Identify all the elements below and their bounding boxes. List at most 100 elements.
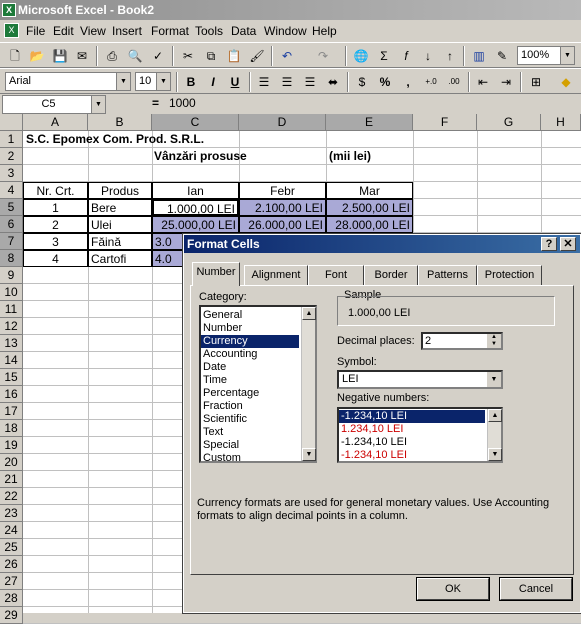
cell-a4[interactable]: Nr. Crt. [23,182,88,199]
hyperlink-icon[interactable]: 🌐 [351,46,371,66]
row-header[interactable]: 8 [0,250,23,267]
column-header-c[interactable]: C [152,114,239,131]
row-header[interactable]: 18 [0,420,23,437]
row-header[interactable]: 25 [0,539,23,556]
decrease-indent-icon[interactable]: ⇤ [473,72,493,92]
workbook-icon[interactable]: X [4,23,19,38]
help-button[interactable]: ? [541,237,557,251]
drawing-icon[interactable]: ✎ [492,46,512,66]
column-header-e[interactable]: E [326,114,413,131]
row-header[interactable]: 12 [0,318,23,335]
decrease-decimal-icon[interactable]: .00 [444,72,464,92]
menu-window[interactable]: Window [264,20,307,42]
negative-scrollbar[interactable]: ▲ ▼ [487,409,502,461]
row-header[interactable]: 16 [0,386,23,403]
category-item[interactable]: General [201,309,315,322]
negative-format-item[interactable]: -1.234,10 LEI [339,436,501,449]
chevron-down-icon[interactable]: ▼ [116,73,130,90]
cell-b6[interactable]: Ulei [88,216,152,233]
cell-a5[interactable]: 1 [23,199,88,216]
column-header-a[interactable]: A [23,114,88,131]
scroll-up-icon[interactable]: ▲ [302,307,316,320]
category-item[interactable]: Custom [201,452,315,465]
negative-format-item[interactable]: -1.234,10 LEI [339,410,485,423]
column-header-d[interactable]: D [239,114,326,131]
cell-e4[interactable]: Mar [326,182,413,199]
cell-c2[interactable]: Vânzări prosuse [152,148,249,165]
merge-center-icon[interactable]: ⬌ [323,72,343,92]
tab-number[interactable]: Number [192,262,240,286]
increase-decimal-icon[interactable]: +.0 [421,72,441,92]
row-header[interactable]: 24 [0,522,23,539]
symbol-select[interactable]: LEI ▼ [337,370,503,389]
row-header[interactable]: 21 [0,471,23,488]
cell-c5[interactable]: 1.000,00 LEI [152,199,239,216]
category-item[interactable]: Text [201,426,315,439]
increase-indent-icon[interactable]: ⇥ [496,72,516,92]
column-header-f[interactable]: F [413,114,477,131]
tab-alignment[interactable]: Alignment [244,265,308,285]
category-item[interactable]: Accounting [201,348,315,361]
cell-d6[interactable]: 26.000,00 LEI [239,216,326,233]
cell-e6[interactable]: 28.000,00 LEI [326,216,413,233]
align-left-icon[interactable]: ☰ [254,72,274,92]
row-header[interactable]: 9 [0,267,23,284]
close-icon[interactable]: ✕ [560,237,576,251]
decimal-places-input[interactable]: 2 ▲ ▼ [421,332,503,350]
currency-icon[interactable]: $ [352,72,372,92]
zoom-select[interactable]: 100% ▼ [517,46,575,65]
row-header[interactable]: 11 [0,301,23,318]
sort-descending-icon[interactable]: ↑ [440,46,460,66]
spelling-icon[interactable]: ✓ [148,46,168,66]
category-item[interactable]: Time [201,374,315,387]
cell-b4[interactable]: Produs [88,182,152,199]
chevron-down-icon[interactable]: ▼ [487,372,501,387]
menu-file[interactable]: File [26,20,45,42]
redo-icon[interactable]: ↷ [313,46,333,66]
cell-b5[interactable]: Bere [88,199,152,216]
formula-input[interactable]: 1000 [166,95,579,113]
negative-format-item[interactable]: 1.234,10 LEI [339,423,501,436]
category-item[interactable]: Number [201,322,315,335]
paste-icon[interactable]: 📋 [224,46,244,66]
category-scrollbar[interactable]: ▲ ▼ [301,307,316,461]
fill-color-icon[interactable]: ◆ [556,72,576,92]
row-header[interactable]: 26 [0,556,23,573]
column-header-b[interactable]: B [88,114,152,131]
print-icon[interactable]: ⎙ [102,46,122,66]
category-item[interactable]: Scientific [201,413,315,426]
underline-button[interactable]: U [225,72,245,92]
chevron-down-icon[interactable]: ▼ [156,73,170,90]
bold-button[interactable]: B [181,72,201,92]
menu-view[interactable]: View [80,20,106,42]
row-header[interactable]: 10 [0,284,23,301]
row-header[interactable]: 23 [0,505,23,522]
font-select[interactable]: Arial ▼ [5,72,131,91]
category-item[interactable]: Percentage [201,387,315,400]
row-header[interactable]: 6 [0,216,23,233]
email-icon[interactable]: ✉ [72,46,92,66]
name-box[interactable]: C5 ▼ [2,95,106,114]
cell-b8[interactable]: Cartofi [88,250,152,267]
row-header[interactable]: 7 [0,233,23,250]
font-size-select[interactable]: 10 ▼ [135,72,171,91]
cell-c6[interactable]: 25.000,00 LEI [152,216,239,233]
menu-help[interactable]: Help [312,20,337,42]
row-header[interactable]: 3 [0,165,23,182]
spin-up-icon[interactable]: ▲ [487,334,501,341]
cell-c4[interactable]: Ian [152,182,239,199]
negative-numbers-list[interactable]: -1.234,10 LEI 1.234,10 LEI -1.234,10 LEI -1… [337,407,503,463]
menu-format[interactable]: Format [151,20,189,42]
cell-d4[interactable]: Febr [239,182,326,199]
tab-patterns[interactable]: Patterns [418,265,477,285]
cell-e2[interactable]: (mii lei) [327,148,373,165]
scroll-up-icon[interactable]: ▲ [488,409,502,422]
category-item[interactable]: Currency [201,335,299,348]
open-icon[interactable]: 📂 [27,46,47,66]
row-header[interactable]: 29 [0,607,23,624]
cell-c7[interactable]: 3.0 [152,233,183,250]
row-header[interactable]: 14 [0,352,23,369]
sort-ascending-icon[interactable]: ↓ [418,46,438,66]
row-header[interactable]: 13 [0,335,23,352]
scroll-down-icon[interactable]: ▼ [302,448,316,461]
